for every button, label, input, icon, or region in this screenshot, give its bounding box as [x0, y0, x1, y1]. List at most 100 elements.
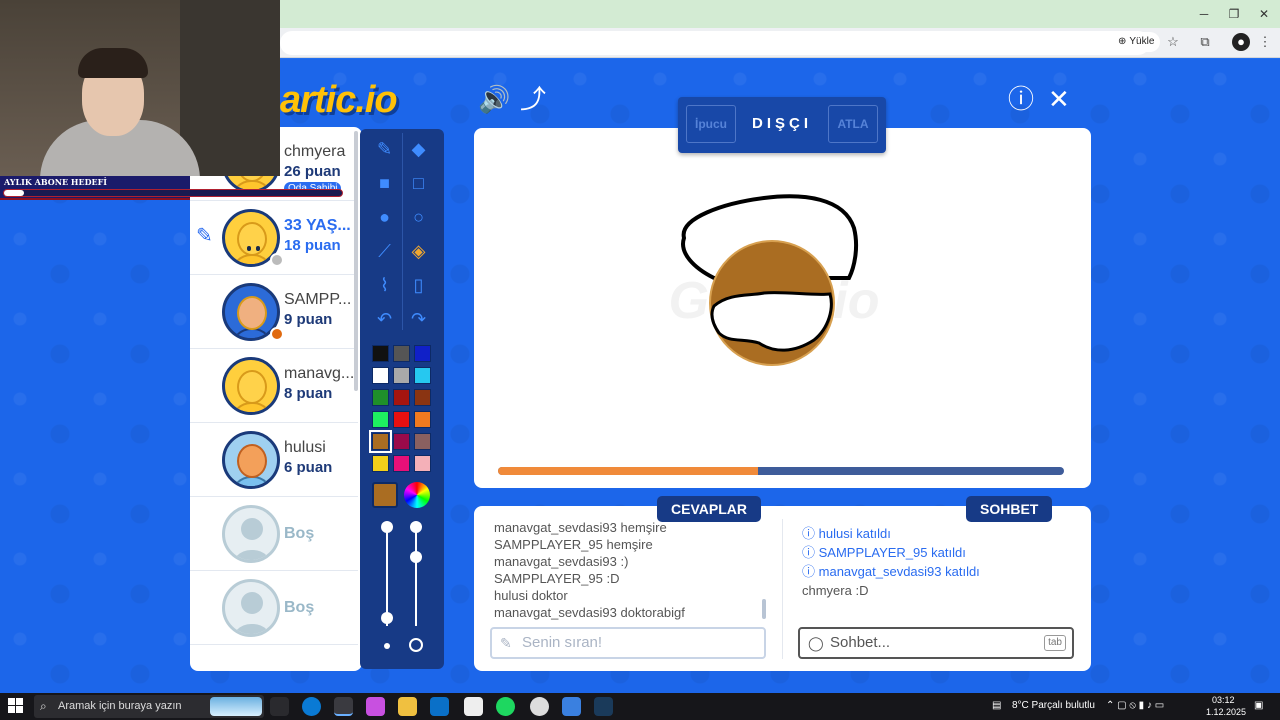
- tray-icons[interactable]: ⌃ ▢ ⦸ ▮ ♪ ▭: [1106, 700, 1164, 711]
- clear-page-icon[interactable]: ▯: [402, 269, 435, 302]
- color-swatch[interactable]: [372, 389, 389, 406]
- redo-icon[interactable]: ↷: [402, 303, 435, 336]
- color-swatch[interactable]: [414, 455, 431, 472]
- weather-icon[interactable]: ▤: [992, 700, 1001, 711]
- player-list-scrollbar[interactable]: [354, 131, 358, 391]
- word-box: İpucu DIŞÇI ATLA: [678, 97, 886, 153]
- player-row-5[interactable]: hulusi 6 puan: [190, 423, 358, 497]
- hint-button[interactable]: İpucu: [686, 105, 736, 143]
- drawing-canvas[interactable]: Gartic.io: [474, 128, 1091, 488]
- obs-icon[interactable]: [530, 697, 549, 716]
- share-icon[interactable]: ⤴: [520, 84, 546, 114]
- store-icon[interactable]: [464, 697, 483, 716]
- extensions-icon[interactable]: ⧉: [1196, 33, 1214, 51]
- clock-time[interactable]: 03:12: [1212, 695, 1235, 705]
- windows-start-icon[interactable]: [8, 698, 24, 714]
- pencil-icon: ✎: [196, 225, 213, 247]
- color-swatch[interactable]: [369, 430, 392, 453]
- minimize-button[interactable]: ─: [1194, 4, 1214, 24]
- sound-icon[interactable]: 🔊: [478, 84, 510, 114]
- line-tool-icon[interactable]: ⟋: [368, 235, 401, 268]
- player-row-2[interactable]: ✎ 33 YAŞ... 18 puan: [190, 201, 358, 275]
- info-icon: ⓘ: [802, 526, 816, 541]
- color-swatch[interactable]: [372, 367, 389, 384]
- steam-icon[interactable]: [594, 697, 613, 716]
- color-swatch[interactable]: [372, 411, 389, 428]
- answers-scrollbar[interactable]: [762, 599, 766, 619]
- color-swatch[interactable]: [414, 345, 431, 362]
- color-swatch[interactable]: [414, 367, 431, 384]
- opacity-knob[interactable]: [410, 551, 422, 563]
- player-score: 18 puan: [284, 237, 341, 254]
- color-swatch[interactable]: [393, 433, 410, 450]
- player-score: 8 puan: [284, 385, 333, 402]
- spotify-icon[interactable]: [496, 697, 515, 716]
- player-avatar: [222, 431, 280, 489]
- app-icon[interactable]: [562, 697, 581, 716]
- tab-key-hint: tab: [1044, 635, 1066, 651]
- edge-icon[interactable]: [302, 697, 321, 716]
- player-row-3[interactable]: SAMPP... 9 puan: [190, 275, 358, 349]
- pencil-tool-icon[interactable]: ✎: [368, 133, 401, 166]
- color-swatch[interactable]: [393, 367, 410, 384]
- filled-circle-tool-icon[interactable]: ●: [368, 201, 401, 234]
- color-swatch[interactable]: [414, 389, 431, 406]
- task-view-icon[interactable]: [270, 697, 289, 716]
- brush-size-slider[interactable]: [386, 526, 388, 626]
- color-swatch[interactable]: [393, 389, 410, 406]
- url-field[interactable]: [280, 31, 1150, 55]
- color-swatch[interactable]: [372, 345, 389, 362]
- player-row-4[interactable]: manavg... 8 puan: [190, 349, 358, 423]
- search-highlight-image: [210, 697, 262, 716]
- clock-date[interactable]: 1.12.2025: [1206, 707, 1246, 717]
- filled-rect-tool-icon[interactable]: ■: [368, 167, 401, 200]
- color-wheel-icon[interactable]: [404, 482, 430, 508]
- eraser-tool-icon[interactable]: ◆: [402, 133, 435, 166]
- rect-tool-icon[interactable]: □: [402, 167, 435, 200]
- brush-size-knob[interactable]: [381, 612, 393, 624]
- weather-text[interactable]: 8°C Parçalı bulutlu: [1012, 700, 1095, 711]
- profile-avatar[interactable]: ●: [1232, 33, 1250, 51]
- chat-list: ⓘ hulusi katıldı ⓘ SAMPPLAYER_95 katıldı…: [802, 524, 1072, 600]
- outlook-icon[interactable]: [430, 697, 449, 716]
- slider-top-knob[interactable]: [410, 521, 422, 533]
- opacity-slider[interactable]: [415, 526, 417, 626]
- color-swatch[interactable]: [393, 455, 410, 472]
- browser-menu-icon[interactable]: ⋮: [1256, 33, 1274, 51]
- fill-tool-icon[interactable]: ◈: [402, 235, 435, 268]
- chat-item: ⓘ manavgat_sevdasi93 katıldı: [802, 564, 980, 579]
- info-icon[interactable]: ⓘ: [1008, 84, 1034, 114]
- file-explorer-icon[interactable]: [398, 697, 417, 716]
- color-swatch[interactable]: [414, 411, 431, 428]
- copilot-icon[interactable]: [366, 697, 385, 716]
- status-dot: [270, 327, 284, 341]
- chrome-icon[interactable]: [334, 697, 353, 716]
- skip-button[interactable]: ATLA: [828, 105, 878, 143]
- close-game-icon[interactable]: ✕: [1048, 84, 1070, 114]
- search-icon: ⌕: [40, 699, 47, 713]
- slider-top-knob[interactable]: [381, 521, 393, 533]
- color-swatch[interactable]: [414, 433, 431, 450]
- game-logo: artic.io: [280, 79, 398, 121]
- bookmark-star-icon[interactable]: ☆: [1164, 33, 1182, 51]
- player-row-empty-1: Boş: [190, 497, 358, 571]
- answer-input[interactable]: ✎ Senin sıran!: [490, 627, 766, 659]
- empty-avatar: [222, 579, 280, 637]
- install-button[interactable]: ⊕ Yükle: [1112, 32, 1161, 52]
- goal-progress-fill: [4, 190, 25, 196]
- undo-icon[interactable]: ↶: [368, 303, 401, 336]
- color-swatch[interactable]: [393, 345, 410, 362]
- color-swatch[interactable]: [372, 455, 389, 472]
- restore-button[interactable]: ❐: [1224, 4, 1244, 24]
- circle-tool-icon[interactable]: ○: [402, 201, 435, 234]
- notification-icon[interactable]: ▣: [1254, 700, 1263, 711]
- color-swatch[interactable]: [393, 411, 410, 428]
- webcam-person-hair: [78, 48, 148, 78]
- chat-input[interactable]: ◯ Sohbet... tab: [798, 627, 1074, 659]
- chat-tab[interactable]: SOHBET: [966, 496, 1053, 522]
- answer-item: SAMPPLAYER_95 :D: [494, 571, 620, 586]
- small-brush-icon: [384, 643, 390, 649]
- drawing-svg: Gartic.io: [669, 194, 879, 366]
- eyedropper-tool-icon[interactable]: ⌇: [368, 269, 401, 302]
- close-window-button[interactable]: ✕: [1254, 4, 1274, 24]
